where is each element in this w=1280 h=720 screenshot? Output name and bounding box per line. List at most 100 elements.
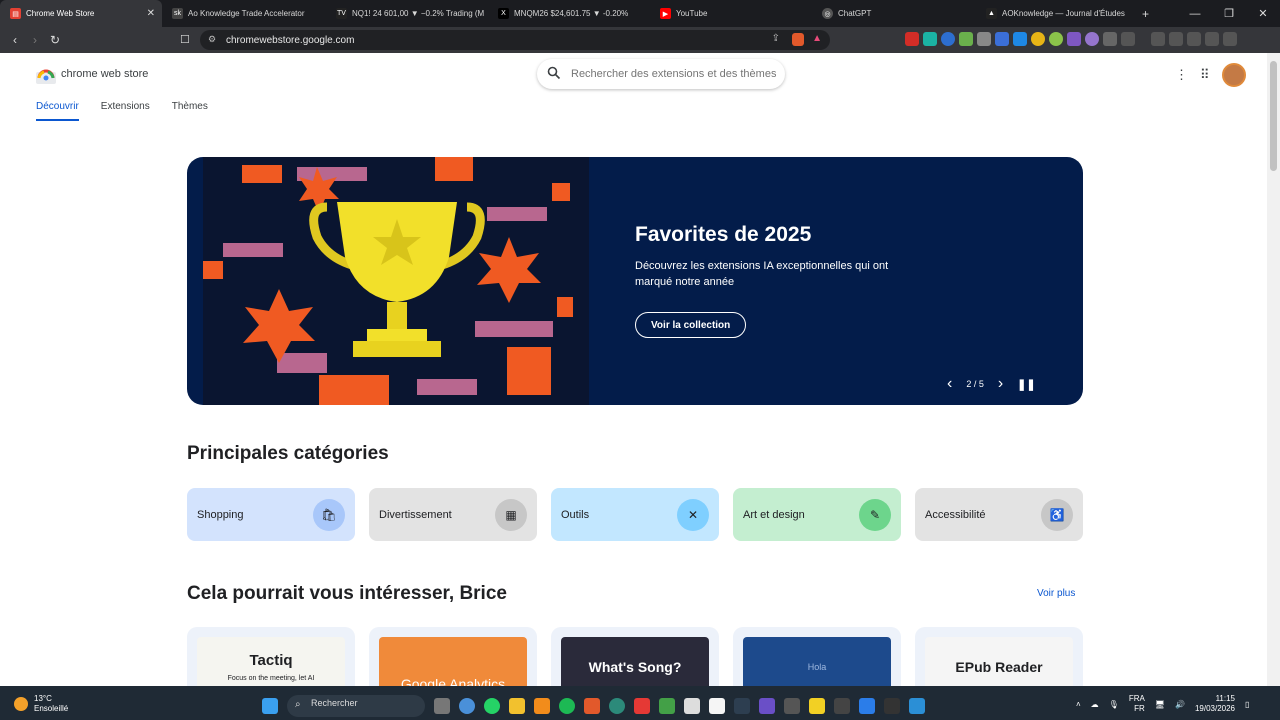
tab-chatgpt[interactable]: ◎ ChatGPT (812, 0, 976, 27)
network-icon[interactable]: 🖥 (1155, 700, 1165, 709)
chevron-left-icon[interactable]: ‹ (947, 375, 952, 393)
terminal-icon[interactable] (734, 698, 750, 714)
tab-youtube[interactable]: ▶ YouTube (650, 0, 812, 27)
bookmark-icon[interactable]: ☐ (180, 33, 190, 46)
chevron-right-icon[interactable]: › (998, 375, 1003, 393)
back-icon[interactable]: ‹ (5, 30, 25, 50)
clock[interactable]: 11:15 19/03/2026 (1195, 694, 1235, 714)
category-art-design[interactable]: Art et design ✎ (733, 488, 901, 541)
tab-chrome-web-store[interactable]: ▤ Chrome Web Store ✕ (0, 0, 162, 27)
whatsapp-icon[interactable] (484, 698, 500, 714)
notepad-icon[interactable] (709, 698, 725, 714)
vpn-app-icon[interactable] (609, 698, 625, 714)
task-view-icon[interactable] (434, 698, 450, 714)
sidebar-icon[interactable] (1151, 32, 1165, 46)
reading-list-icon[interactable] (1121, 32, 1135, 46)
microphone-icon[interactable]: 🎙 (1109, 700, 1119, 709)
extension-play-icon[interactable] (1013, 32, 1027, 46)
extension-card-tactiq[interactable]: Tactiq Focus on the meeting, let AI (187, 627, 355, 686)
tab-aoknowledge-journal[interactable]: ▲ AOKnowledge — Journal d'Études (976, 0, 1138, 27)
extension-purple-icon[interactable] (1067, 32, 1081, 46)
extension-green-icon[interactable] (959, 32, 973, 46)
browser-toolbar: ‹ › ↻ ☐ ⚙ chromewebstore.google.com ⇪ ▲ (0, 27, 1280, 53)
windows-start-icon[interactable] (262, 698, 278, 714)
extension-lastpass-icon[interactable] (905, 32, 919, 46)
more-options-icon[interactable]: ⋮ (1175, 67, 1188, 83)
close-tab-icon[interactable]: ✕ (147, 8, 155, 19)
dark-app-icon[interactable] (834, 698, 850, 714)
tab-nq-trading[interactable]: TV NQ1! 24 601,00 ▼ −0.2% Trading (M (326, 0, 488, 27)
leo-ai-icon[interactable] (1187, 32, 1201, 46)
page-scrollbar[interactable] (1267, 53, 1280, 686)
sticky-notes-icon[interactable] (809, 698, 825, 714)
carousel-controls: ‹ 2 / 5 › ❚❚ (947, 375, 1036, 393)
chrome-web-store-logo-icon[interactable] (36, 66, 56, 84)
google-apps-icon[interactable]: ⠿ (1200, 67, 1210, 83)
tab-extensions[interactable]: Extensions (101, 101, 150, 121)
tab-decouvrir[interactable]: Découvrir (36, 101, 79, 121)
category-outils[interactable]: Outils ✕ (551, 488, 719, 541)
green-app-icon[interactable] (659, 698, 675, 714)
vpn-icon[interactable] (1205, 32, 1219, 46)
onedrive-icon[interactable]: ☁ (1091, 700, 1099, 709)
close-window-icon[interactable]: ✕ (1246, 0, 1280, 27)
forward-icon[interactable]: › (25, 30, 45, 50)
category-accessibilite[interactable]: Accessibilité ♿ (915, 488, 1083, 541)
extension-teal-icon[interactable] (923, 32, 937, 46)
search-box[interactable] (537, 59, 785, 89)
extension-tag-icon[interactable] (995, 32, 1009, 46)
chrome-taskbar-icon[interactable] (459, 698, 475, 714)
pause-icon[interactable]: ❚❚ (1017, 378, 1035, 391)
search-input[interactable] (571, 68, 776, 80)
restore-icon[interactable]: ❐ (1212, 0, 1246, 27)
extension-card-google-analytics[interactable]: Google Analytics (369, 627, 537, 686)
extension-yellow-icon[interactable] (1031, 32, 1045, 46)
cmd-icon[interactable] (884, 698, 900, 714)
category-divertissement[interactable]: Divertissement ▦ (369, 488, 537, 541)
avatar[interactable] (1221, 63, 1246, 87)
store-logo-text[interactable]: chrome web store (61, 68, 148, 80)
extension-card-epub-reader[interactable]: EPub Reader (915, 627, 1083, 686)
extensions-puzzle-icon[interactable] (1103, 32, 1117, 46)
extension-card-translate[interactable]: Hola (733, 627, 901, 686)
tab-mnq[interactable]: X MNQM26 $24,601.75 ▼ -0.20% (488, 0, 650, 27)
vscode-icon[interactable] (909, 698, 925, 714)
chevron-up-icon[interactable]: ˄ (1076, 700, 1081, 709)
category-shopping[interactable]: Shopping 🛍 (187, 488, 355, 541)
language-indicator[interactable]: FRA FR (1129, 694, 1145, 714)
weather-widget[interactable]: 13°C Ensoleillé (14, 694, 68, 714)
tab-themes[interactable]: Thèmes (172, 101, 208, 121)
reload-icon[interactable]: ↻ (45, 30, 65, 50)
purple-app-icon[interactable] (759, 698, 775, 714)
extension-card-whats-song[interactable]: What's Song? (551, 627, 719, 686)
featured-banner[interactable]: Favorites de 2025 Découvrez les extensio… (187, 157, 1083, 405)
extension-c-icon[interactable] (941, 32, 955, 46)
drawing-app-icon[interactable] (784, 698, 800, 714)
red-app-icon[interactable] (634, 698, 650, 714)
minimize-icon[interactable]: — (1178, 0, 1212, 27)
address-bar[interactable]: ⚙ chromewebstore.google.com ⇪ ▲ (200, 30, 830, 50)
sublime-icon[interactable] (534, 698, 550, 714)
extension-violet-icon[interactable] (1085, 32, 1099, 46)
scrollbar-thumb[interactable] (1270, 61, 1277, 171)
extension-lime-icon[interactable] (1049, 32, 1063, 46)
brave-shield-icon[interactable] (792, 33, 804, 46)
file-explorer-icon[interactable] (509, 698, 525, 714)
volume-icon[interactable]: 🔊 (1175, 700, 1185, 709)
new-tab-button[interactable]: + (1138, 0, 1158, 27)
site-info-icon[interactable]: ⚙ (208, 34, 219, 45)
blue-app-icon[interactable] (859, 698, 875, 714)
maps-icon[interactable] (684, 698, 700, 714)
notifications-icon[interactable]: ▯ (1245, 700, 1249, 709)
tab-ao-knowledge[interactable]: sk Ao Knowledge Trade Accelerator (162, 0, 326, 27)
brave-rewards-icon[interactable]: ▲ (812, 33, 822, 44)
extension-camera-icon[interactable] (977, 32, 991, 46)
taskbar-search[interactable]: ⌕ Rechercher (287, 695, 425, 717)
brave-taskbar-icon[interactable] (584, 698, 600, 714)
share-icon[interactable]: ⇪ (772, 33, 780, 44)
spotify-icon[interactable] (559, 698, 575, 714)
menu-icon[interactable] (1223, 32, 1237, 46)
see-more-link[interactable]: Voir plus (1037, 588, 1075, 599)
view-collection-button[interactable]: Voir la collection (635, 312, 747, 338)
wallet-icon[interactable] (1169, 32, 1183, 46)
